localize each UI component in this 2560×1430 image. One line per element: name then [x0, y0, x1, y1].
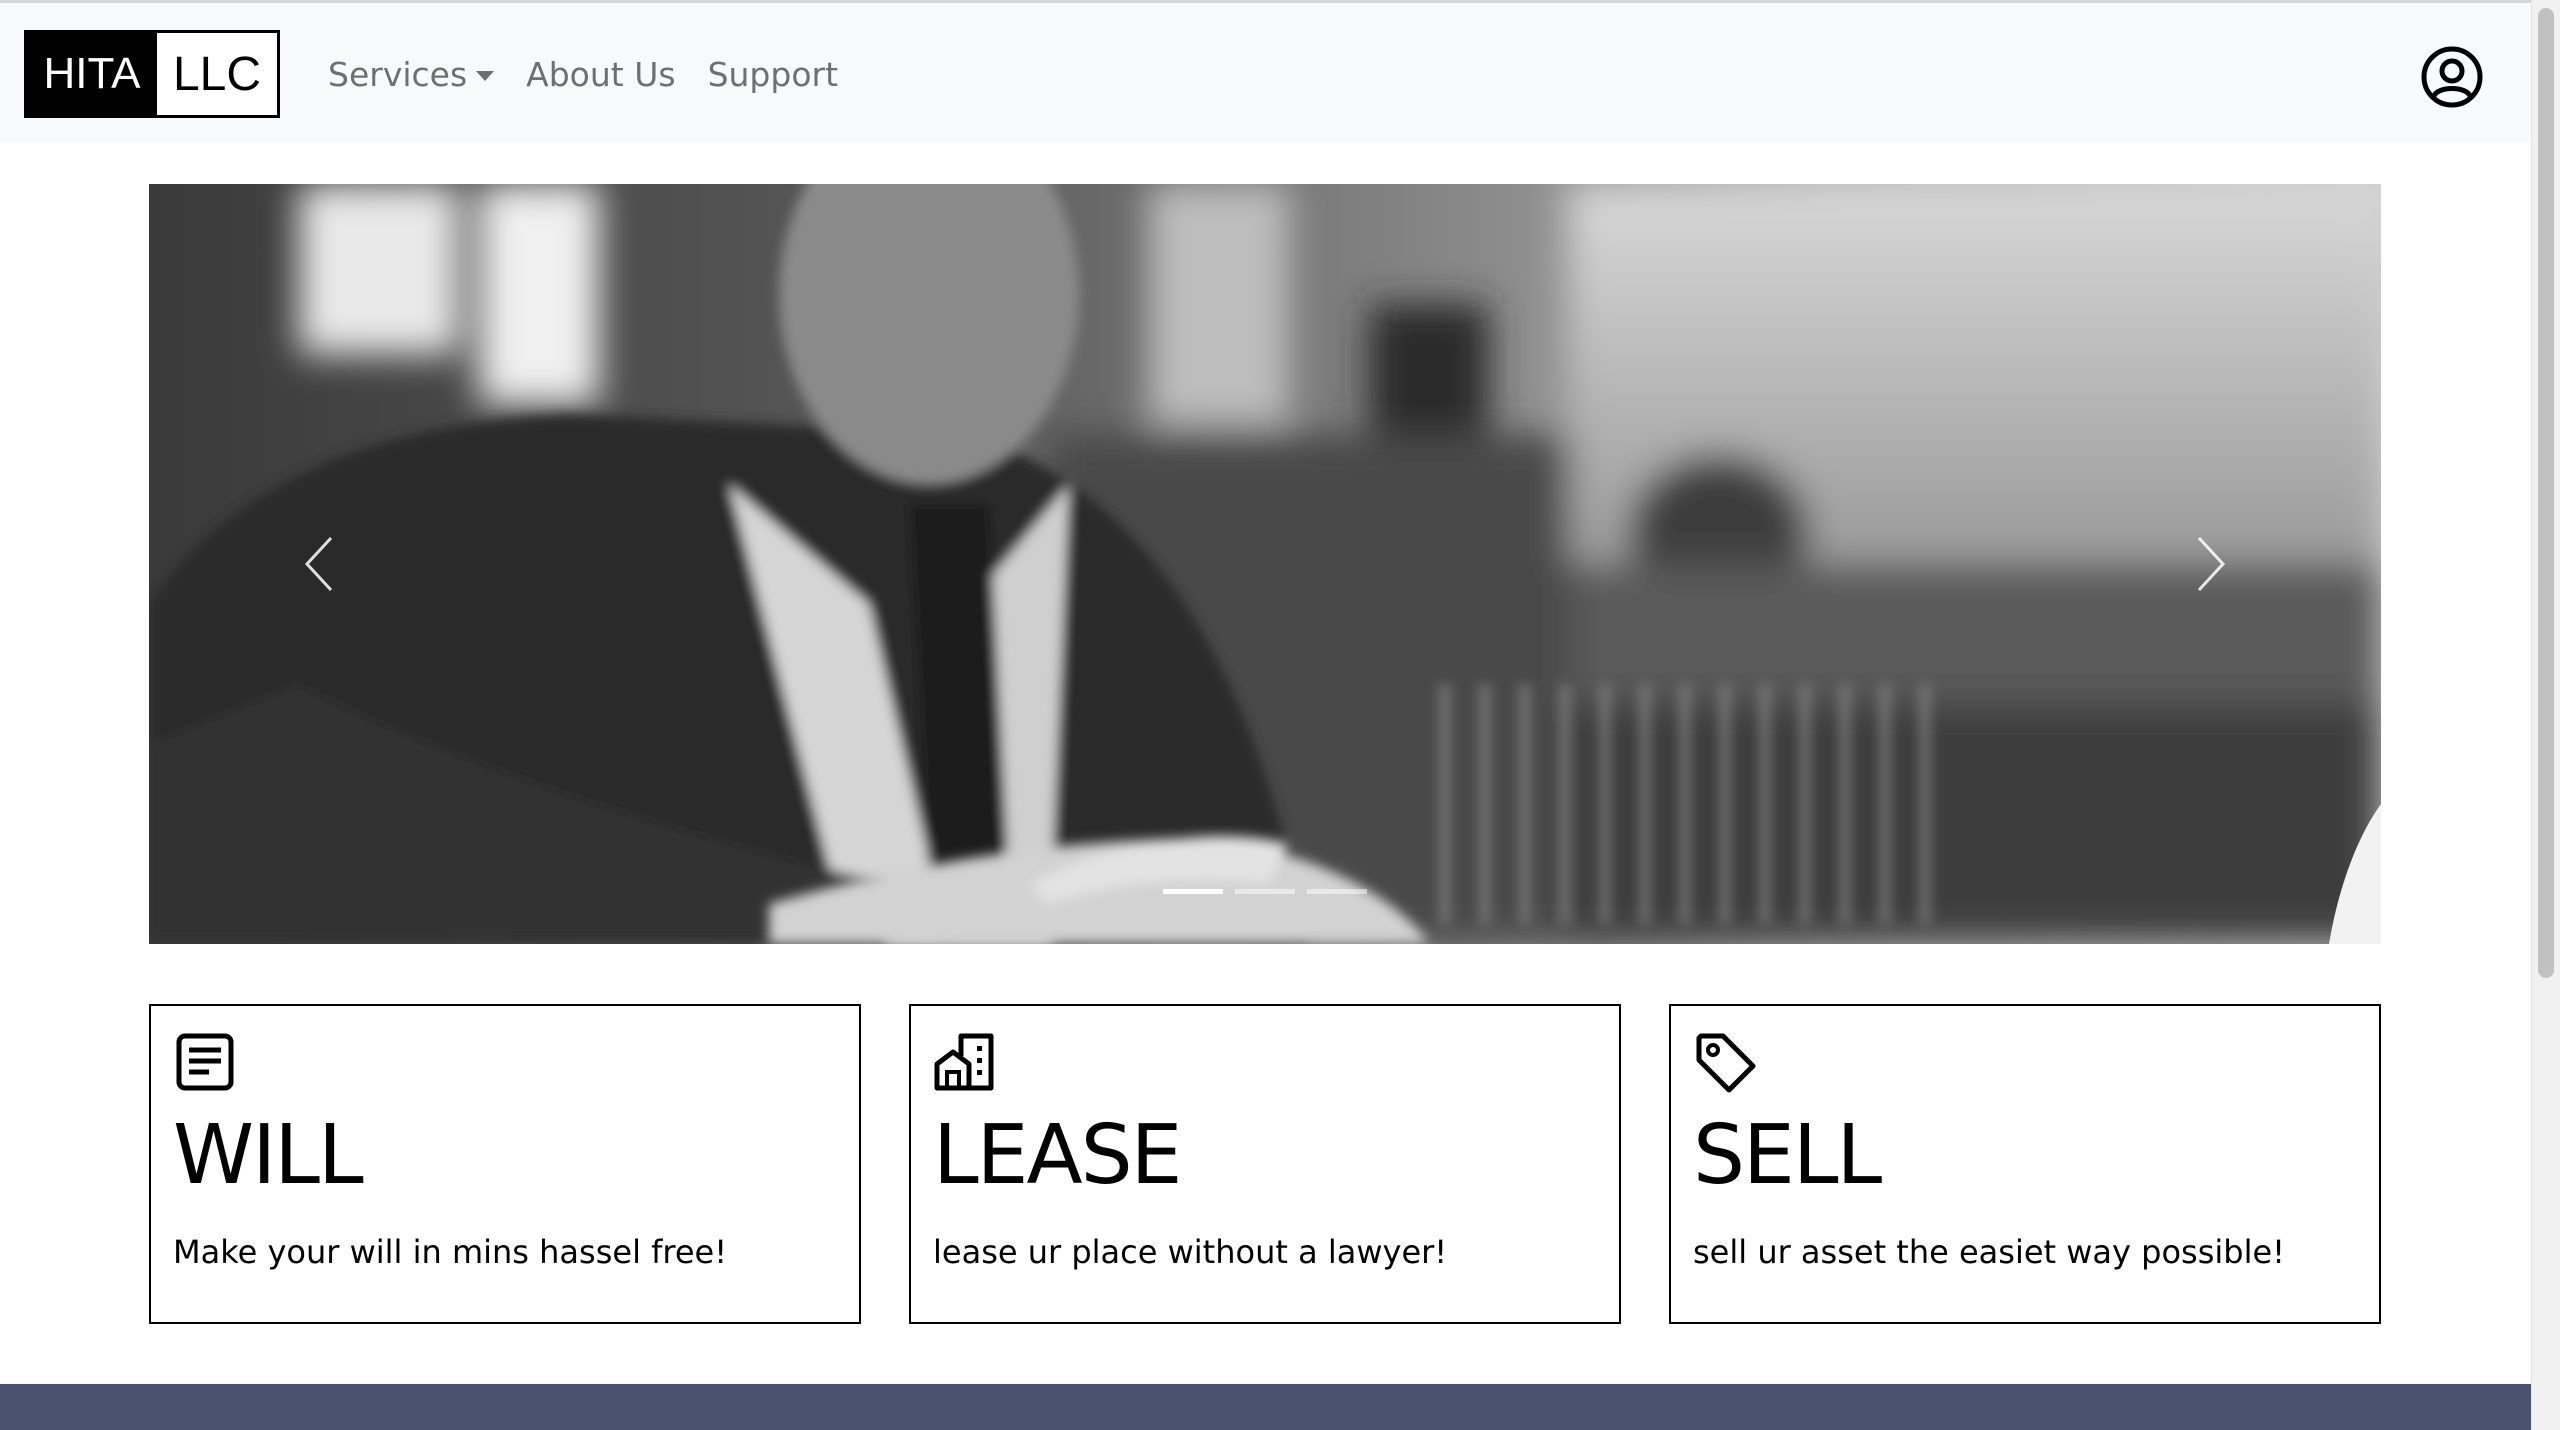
carousel-indicator-1[interactable] — [1163, 889, 1223, 894]
brand-logo-left: HITA — [27, 33, 157, 115]
buildings-icon — [934, 1033, 994, 1091]
card-title: SELL — [1693, 1108, 1882, 1203]
navbar: HITA LLC Services About Us Support — [0, 3, 2531, 143]
footer — [0, 1384, 2531, 1430]
carousel-indicator-3[interactable] — [1307, 889, 1367, 894]
carousel-indicators — [149, 889, 2381, 894]
carousel-indicator-2[interactable] — [1235, 889, 1295, 894]
card-lease[interactable]: LEASE lease ur place without a lawyer! — [909, 1004, 1621, 1324]
hero-carousel — [149, 184, 2381, 944]
brand-logo[interactable]: HITA LLC — [24, 30, 280, 118]
nav-links: Services About Us Support — [328, 53, 838, 97]
carousel-slide-image — [149, 184, 2381, 944]
card-will[interactable]: WILL Make your will in mins hassel free! — [149, 1004, 861, 1324]
nav-services-label: Services — [328, 55, 468, 94]
chevron-right-icon — [2197, 536, 2226, 592]
account-circle-icon[interactable] — [2420, 45, 2484, 109]
card-text: sell ur asset the easiet way possible! — [1693, 1233, 2285, 1271]
document-icon — [176, 1033, 234, 1091]
carousel-prev-button[interactable] — [209, 184, 429, 944]
card-text: Make your will in mins hassel free! — [173, 1233, 728, 1271]
nav-support[interactable]: Support — [708, 53, 838, 97]
page-scrollbar[interactable] — [2531, 0, 2560, 1430]
brand-logo-right: LLC — [157, 33, 277, 115]
nav-about-us[interactable]: About Us — [526, 53, 675, 97]
tag-icon — [1696, 1033, 1756, 1093]
service-cards: WILL Make your will in mins hassel free!… — [149, 1004, 2381, 1324]
card-text: lease ur place without a lawyer! — [933, 1233, 1448, 1271]
caret-down-icon — [476, 71, 495, 81]
carousel-next-button[interactable] — [2101, 184, 2321, 944]
page: HITA LLC Services About Us Support WILL … — [0, 0, 2531, 1430]
chevron-left-icon — [304, 536, 333, 592]
scrollbar-thumb[interactable] — [2538, 8, 2554, 978]
card-sell[interactable]: SELL sell ur asset the easiet way possib… — [1669, 1004, 2381, 1324]
nav-services-dropdown[interactable]: Services — [328, 53, 495, 97]
card-title: LEASE — [933, 1108, 1182, 1203]
card-title: WILL — [173, 1108, 364, 1203]
